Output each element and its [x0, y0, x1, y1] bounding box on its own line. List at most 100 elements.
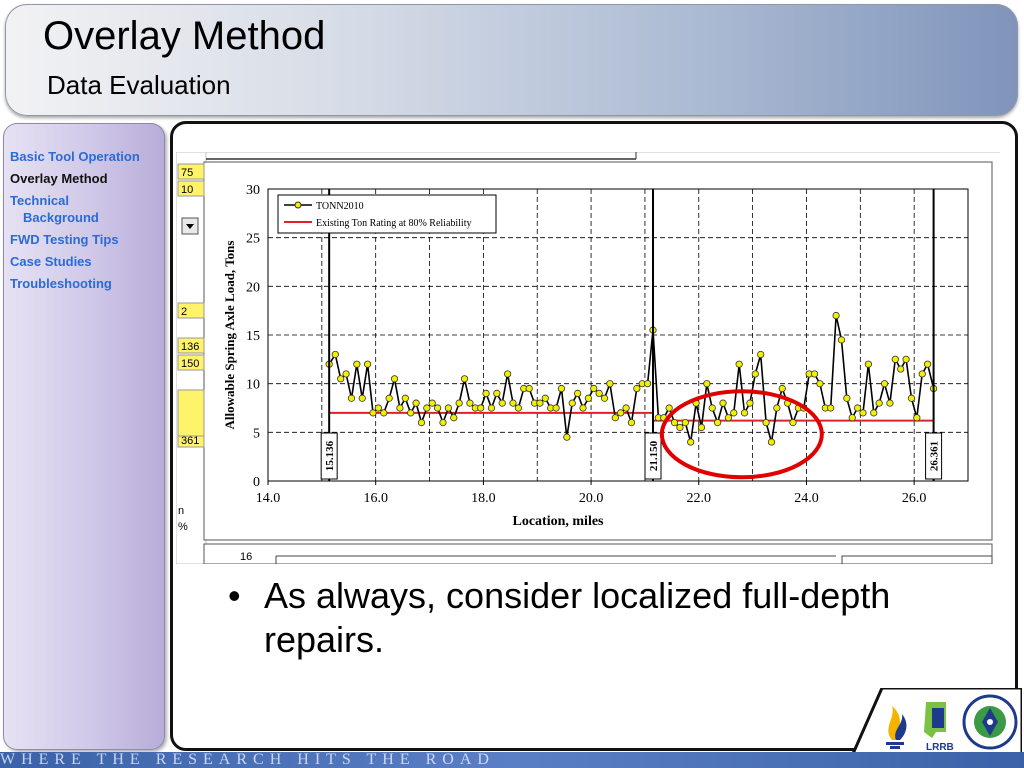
data-point — [396, 404, 404, 412]
y-axis-label: Allowable Spring Axle Load, Tons — [222, 241, 237, 430]
data-point — [466, 399, 474, 407]
data-point — [762, 418, 770, 427]
x-tick-label: 26.0 — [902, 491, 927, 506]
sidebar-item-troubleshooting[interactable]: Troubleshooting — [10, 275, 140, 292]
bullet-point: • As always, consider localized full-dep… — [228, 574, 968, 662]
data-point — [611, 414, 619, 422]
data-point — [444, 404, 452, 412]
partial-label-n: n — [178, 505, 184, 517]
sidebar-item-basic-tool-operation[interactable]: Basic Tool Operation — [10, 148, 140, 165]
data-point — [482, 389, 490, 397]
data-point — [832, 311, 840, 320]
sidebar-item-technical-background[interactable]: Technical Background — [10, 192, 140, 226]
sidebar-item-case-studies[interactable]: Case Studies — [10, 253, 140, 270]
data-point — [827, 404, 835, 412]
sidebar-item-overlay-method[interactable]: Overlay Method — [10, 170, 140, 187]
data-point — [417, 418, 426, 427]
legend-label-tonn2010: TONN2010 — [316, 201, 364, 212]
data-point — [477, 404, 485, 412]
data-point — [590, 384, 598, 393]
data-point — [525, 384, 533, 393]
data-point — [504, 370, 512, 378]
data-point — [913, 414, 921, 422]
data-point — [374, 404, 382, 412]
sidebar-item-label-line2: Background — [23, 210, 99, 225]
data-point — [568, 399, 576, 407]
data-point — [751, 370, 759, 378]
data-point — [498, 399, 506, 407]
data-point — [848, 414, 856, 422]
mndot-seal — [962, 694, 1018, 750]
lower-chart-tick: 16 — [240, 551, 252, 563]
data-point — [606, 380, 614, 388]
data-point — [353, 360, 361, 368]
data-point — [622, 404, 630, 412]
data-point — [600, 394, 609, 402]
sidebar-nav: Basic Tool Operation Overlay Method Tech… — [10, 148, 140, 297]
data-point — [665, 404, 673, 412]
data-point — [627, 418, 636, 427]
data-point — [697, 423, 706, 432]
data-point — [514, 404, 522, 412]
data-point — [924, 360, 932, 368]
data-point — [579, 404, 587, 412]
data-point — [407, 409, 415, 417]
partial-label-pct: % — [178, 521, 188, 533]
data-point — [907, 394, 916, 402]
data-point — [595, 389, 603, 397]
spreadsheet-cell-value: 136 — [181, 341, 199, 353]
data-point — [902, 355, 910, 363]
data-point — [557, 384, 566, 393]
y-tick-label: 20 — [246, 280, 260, 295]
data-point — [886, 399, 894, 407]
data-point — [746, 399, 754, 407]
data-point — [337, 375, 345, 383]
spreadsheet-cell-value: 150 — [181, 358, 199, 370]
data-point — [342, 370, 350, 378]
data-point — [428, 399, 436, 407]
data-point — [708, 404, 716, 412]
data-point — [358, 394, 366, 402]
y-tick-label: 25 — [246, 232, 260, 247]
x-tick-label: 20.0 — [579, 491, 604, 506]
bullet-text: As always, consider localized full-depth… — [264, 575, 891, 660]
footer-banner: WHERE THE RESEARCH HITS THE ROAD — [0, 752, 1024, 768]
dropdown-arrow-icon[interactable] — [181, 217, 199, 235]
spreadsheet-cell-value: 10 — [181, 184, 193, 196]
data-point — [390, 375, 399, 383]
data-point — [681, 418, 689, 427]
data-point — [880, 380, 889, 388]
y-tick-label: 5 — [253, 426, 260, 441]
y-tick-label: 0 — [253, 475, 260, 490]
data-point — [401, 394, 409, 402]
data-point — [724, 414, 732, 422]
section-label: 26.361 — [929, 441, 941, 471]
data-point — [870, 409, 878, 417]
sidebar-item-fwd-testing-tips[interactable]: FWD Testing Tips — [10, 231, 140, 248]
x-tick-label: 14.0 — [256, 491, 281, 506]
data-point — [487, 404, 496, 412]
data-point — [369, 409, 377, 417]
spreadsheet-screenshot: 16 n % 75 10 2 136 150 361 0 5 10 15 20 25 30 14.0 16… — [176, 152, 1000, 564]
data-point — [854, 404, 862, 412]
y-tick-label: 30 — [246, 183, 260, 198]
data-point — [789, 418, 797, 427]
data-point — [493, 389, 501, 397]
spreadsheet-cell-value: 75 — [181, 167, 193, 179]
spring-load-chart: 16 n % 75 10 2 136 150 361 0 5 10 15 20 25 30 14.0 16… — [176, 152, 1000, 564]
data-point — [617, 409, 625, 417]
data-point — [509, 399, 517, 407]
data-point — [730, 409, 738, 417]
data-point — [434, 404, 442, 412]
data-point — [816, 380, 824, 388]
data-point — [714, 418, 722, 427]
data-point — [687, 438, 695, 446]
data-point — [552, 404, 560, 412]
y-tick-label: 10 — [246, 378, 260, 393]
data-point — [703, 380, 711, 388]
data-point — [412, 399, 420, 407]
data-point — [875, 399, 883, 407]
data-point — [740, 409, 749, 417]
data-point — [574, 389, 582, 397]
data-point — [918, 370, 926, 378]
